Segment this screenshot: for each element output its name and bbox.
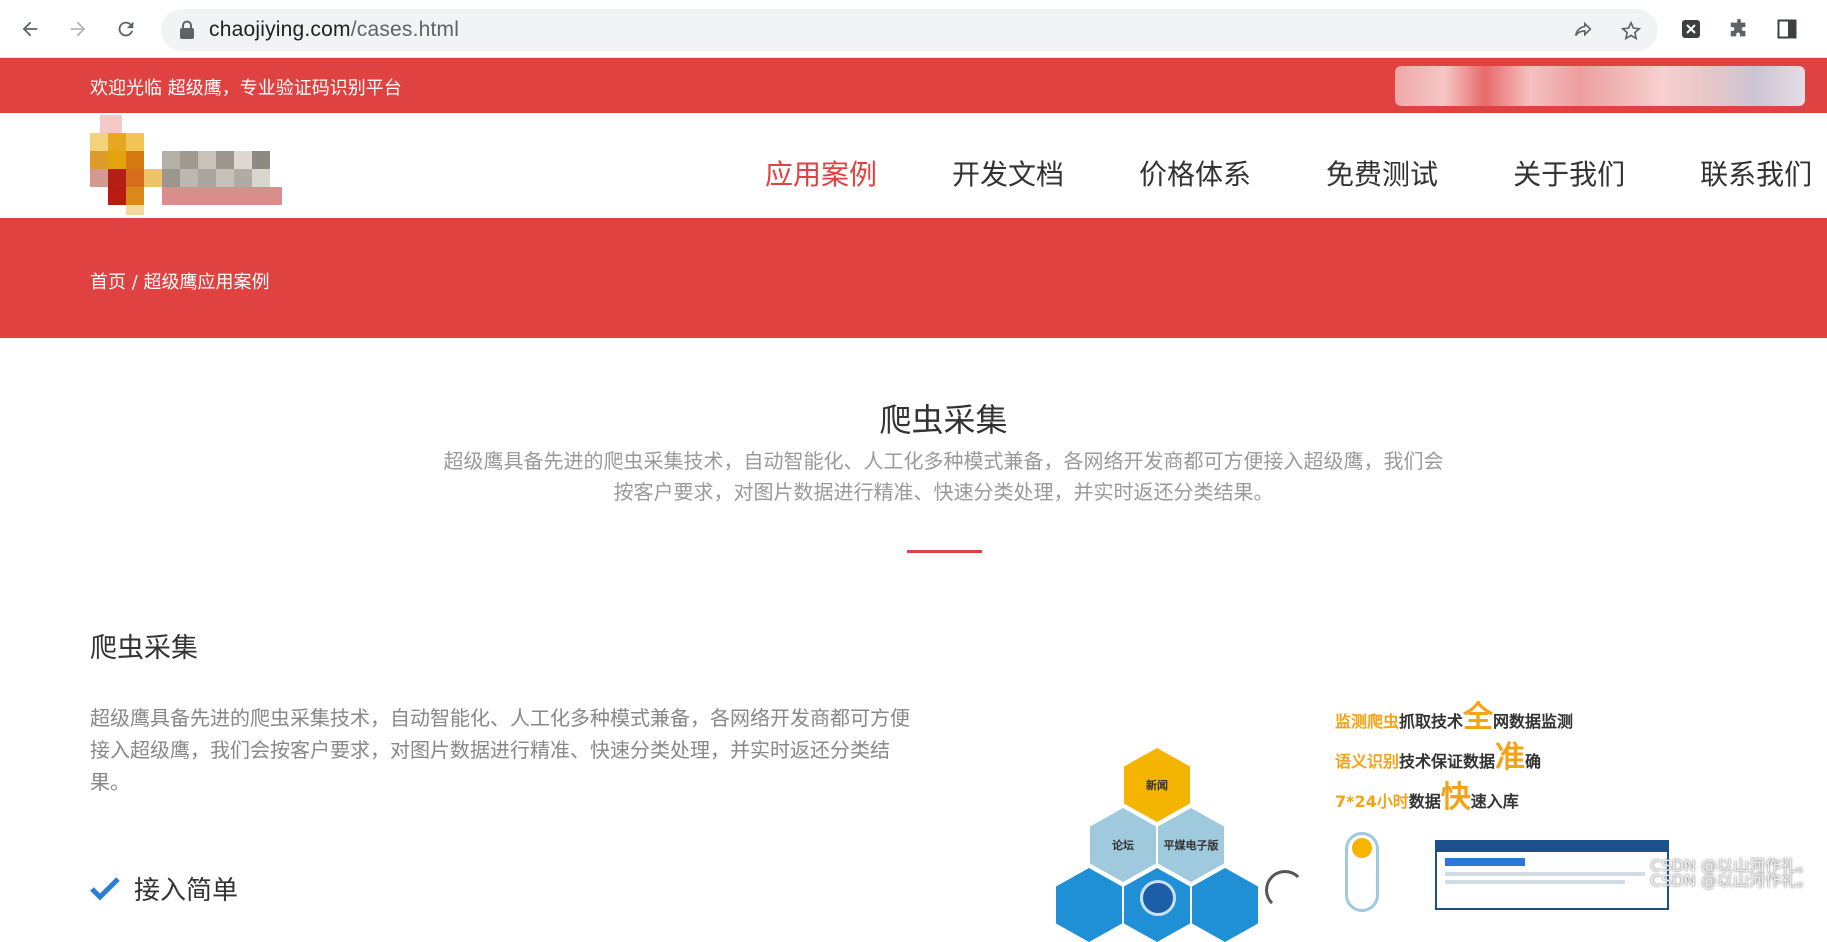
- browser-toolbar: chaojiying.com/cases.html: [0, 0, 1827, 58]
- section-title: 爬虫采集: [879, 401, 1008, 439]
- reload-icon: [118, 21, 134, 37]
- site-logo[interactable]: [70, 113, 340, 217]
- nav-item-free-test[interactable]: 免费测试: [1326, 153, 1438, 193]
- address-bar[interactable]: chaojiying.com/cases.html: [161, 9, 1658, 51]
- url-text: chaojiying.com/cases.html: [209, 18, 460, 41]
- feature-label: 接入简单: [134, 876, 239, 906]
- lock-icon: [179, 20, 195, 44]
- section-desc-line-1: 超级鹰具备先进的爬虫采集技术，自动智能化、人工化多种模式兼备，各网络开发商都可方…: [443, 449, 1444, 473]
- hex-forum: 论坛: [1090, 808, 1156, 882]
- hex-blue-left: [1056, 868, 1122, 942]
- side-panel-icon: [1777, 19, 1797, 39]
- extensions-button[interactable]: [1721, 11, 1757, 47]
- breadcrumb[interactable]: 首页 / 超级鹰应用案例: [90, 268, 270, 294]
- nav-item-docs[interactable]: 开发文档: [952, 153, 1064, 193]
- site-header: 应用案例 开发文档 价格体系 免费测试 关于我们 联系我们: [0, 113, 1827, 218]
- nav-item-pricing[interactable]: 价格体系: [1139, 153, 1251, 193]
- nav-item-cases[interactable]: 应用案例: [765, 153, 877, 193]
- reload-button[interactable]: [108, 11, 144, 47]
- puzzle-icon: [1730, 18, 1746, 37]
- main-nav: 应用案例 开发文档 价格体系 免费测试 关于我们 联系我们: [765, 153, 1812, 193]
- forward-button[interactable]: [60, 11, 96, 47]
- globe-icon: [1140, 880, 1176, 916]
- vertical-label: [1320, 830, 1336, 900]
- hex-media: 平媒电子版: [1158, 808, 1224, 882]
- extension-x-button[interactable]: [1673, 11, 1709, 47]
- blurred-user-area: [1395, 66, 1805, 106]
- share-icon[interactable]: [1571, 19, 1595, 43]
- arrow-right-icon: [70, 21, 86, 37]
- crawler-illustration: 监测爬虫抓取技术全网数据监测 语义识别技术保证数据准确 7*24小时数据快速入库…: [1040, 680, 1740, 942]
- welcome-text: 欢迎光临 超级鹰，专业验证码识别平台: [90, 78, 402, 99]
- section-description: 超级鹰具备先进的爬虫采集技术，自动智能化、人工化多种模式兼备，各网络开发商都可方…: [410, 446, 1477, 508]
- screen-mockup: [1435, 840, 1669, 910]
- hex-blue-right: [1192, 868, 1258, 942]
- breadcrumb-banner: 首页 / 超级鹰应用案例: [0, 218, 1827, 338]
- hex-news: 新闻: [1124, 748, 1190, 822]
- feature-item: 接入简单: [90, 870, 238, 907]
- case-description: 超级鹰具备先进的爬虫采集技术，自动智能化、人工化多种模式兼备，各网络开发商都可方…: [90, 706, 910, 794]
- x-extension-icon: [1682, 20, 1700, 38]
- yellow-dot: [1352, 838, 1372, 858]
- illus-line-3: 7*24小时数据快速入库: [1335, 780, 1519, 815]
- section-divider: [907, 550, 982, 553]
- arrow-left-icon: [22, 21, 38, 37]
- illus-line-2: 语义识别技术保证数据准确: [1335, 740, 1542, 775]
- nav-item-contact[interactable]: 联系我们: [1700, 153, 1812, 193]
- checkmark-icon: [90, 876, 120, 901]
- watermark: CSDN @以山河作礼。 CSDN @以山河作礼。: [1650, 856, 1813, 890]
- side-panel-button[interactable]: [1769, 11, 1805, 47]
- star-icon[interactable]: [1619, 19, 1643, 43]
- connector-arc: [1265, 870, 1305, 910]
- section-desc-line-2: 按客户要求，对图片数据进行精准、快速分类处理，并实时返还分类结果。: [613, 480, 1274, 504]
- illus-line-1: 监测爬虫抓取技术全网数据监测: [1335, 700, 1574, 735]
- nav-item-about[interactable]: 关于我们: [1513, 153, 1625, 193]
- back-button[interactable]: [12, 11, 48, 47]
- case-title: 爬虫采集: [90, 633, 198, 664]
- top-bar: 欢迎光临 超级鹰，专业验证码识别平台: [0, 58, 1827, 113]
